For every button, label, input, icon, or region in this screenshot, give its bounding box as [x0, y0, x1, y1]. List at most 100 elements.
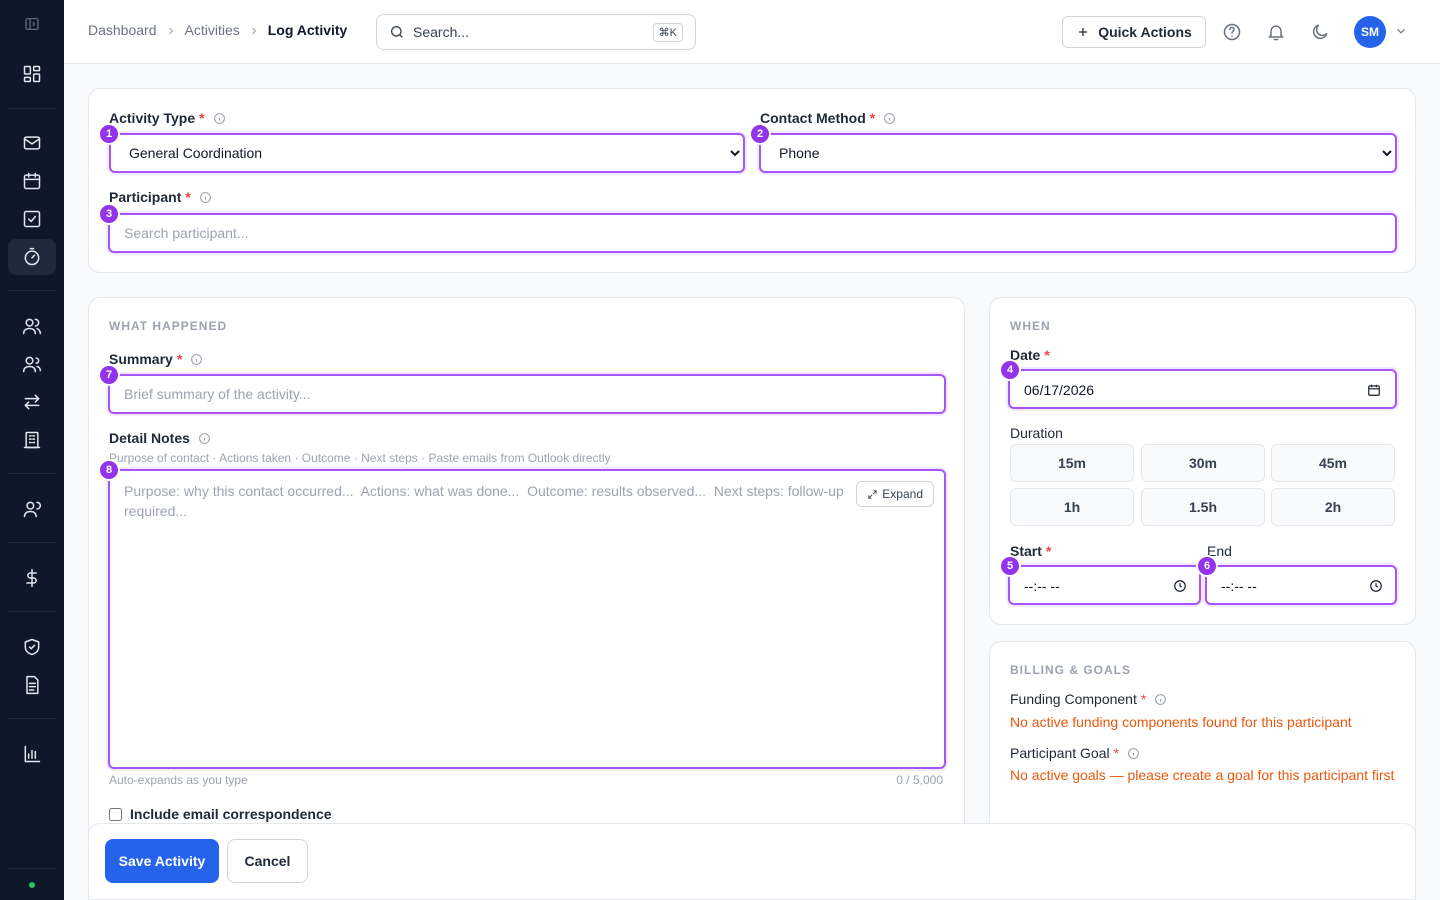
duration-1-5h-button[interactable]: 1.5h: [1141, 488, 1265, 526]
start-time-value: --:-- --: [1024, 578, 1060, 594]
top-bar: Dashboard Activities Log Activity ⌘K Qui…: [64, 0, 1440, 64]
clock-icon[interactable]: [1173, 579, 1187, 593]
bell-icon[interactable]: [1264, 20, 1288, 44]
plus-icon: [1079, 27, 1088, 37]
contact-method-field[interactable]: Phone: [759, 133, 1397, 173]
mail-icon: [23, 136, 41, 150]
expand-label: Expand: [882, 487, 923, 501]
participant-label: Participant *: [109, 189, 212, 205]
save-activity-button[interactable]: Save Activity: [105, 839, 219, 883]
funding-component-label: Funding Component *: [1010, 691, 1167, 707]
search-input[interactable]: [413, 24, 633, 40]
duration-1h-button[interactable]: 1h: [1010, 488, 1134, 526]
include-email-checkbox[interactable]: [109, 807, 122, 821]
summary-input[interactable]: [110, 376, 944, 412]
billing-heading: BILLING & GOALS: [1010, 663, 1131, 677]
search-shortcut: ⌘K: [652, 23, 683, 42]
global-search[interactable]: ⌘K: [376, 14, 696, 50]
expand-icon: [868, 489, 877, 499]
duration-45m-button[interactable]: 45m: [1271, 444, 1395, 482]
sidebar-item-participants[interactable]: [8, 308, 56, 344]
funding-warning: No active funding components found for t…: [1010, 714, 1352, 730]
include-email-row[interactable]: Include email correspondence: [109, 806, 332, 822]
sidebar-item-groups[interactable]: [8, 346, 56, 382]
detail-notes-field[interactable]: Expand: [108, 469, 946, 769]
dollar-icon: [26, 568, 37, 588]
start-time-field[interactable]: --:-- --: [1008, 565, 1201, 605]
sidebar-item-calendar[interactable]: [8, 163, 56, 199]
participant-field[interactable]: [108, 213, 1397, 253]
document-icon: [26, 675, 39, 695]
sidebar-item-transfers[interactable]: [8, 384, 56, 420]
avatar[interactable]: SM: [1354, 16, 1386, 48]
quick-actions-button[interactable]: Quick Actions: [1062, 16, 1206, 48]
info-icon: [199, 191, 212, 204]
sidebar-item-tasks[interactable]: [8, 201, 56, 237]
shield-icon: [24, 638, 40, 656]
activity-type-field[interactable]: General Coordination: [109, 133, 745, 173]
help-icon[interactable]: [1220, 20, 1244, 44]
step-badge: 5: [999, 555, 1021, 577]
breadcrumb-activities[interactable]: Activities: [185, 22, 240, 38]
duration-30m-button[interactable]: 30m: [1141, 444, 1265, 482]
contact-method-select[interactable]: Phone: [761, 135, 1395, 171]
sidebar-item-team[interactable]: [8, 491, 56, 527]
participant-search-input[interactable]: [110, 215, 1395, 251]
when-heading: WHEN: [1010, 319, 1051, 333]
sidebar-divider: [8, 611, 56, 612]
calendar-icon[interactable]: [1367, 383, 1381, 397]
auto-expand-hint: Auto-expands as you type: [109, 773, 248, 787]
transfer-icon: [24, 394, 40, 410]
chevron-right-icon: [248, 24, 260, 36]
info-icon: [198, 432, 211, 445]
date-field[interactable]: 06/17/2026: [1008, 369, 1397, 409]
sidebar-item-mail[interactable]: [8, 125, 56, 161]
form-footer: Save Activity Cancel: [88, 823, 1416, 900]
end-time-field[interactable]: --:-- --: [1205, 565, 1397, 605]
users-icon: [22, 318, 42, 335]
info-icon: [1154, 693, 1167, 706]
duration-2h-button[interactable]: 2h: [1271, 488, 1395, 526]
detail-notes-textarea[interactable]: [110, 471, 944, 767]
character-counter: 0 / 5,000: [896, 773, 943, 787]
step-badge: 6: [1196, 555, 1218, 577]
info-icon: [190, 353, 203, 366]
sidebar-collapse-icon[interactable]: [8, 6, 56, 42]
end-time-value: --:-- --: [1221, 578, 1257, 594]
sidebar: [0, 0, 64, 900]
cancel-button[interactable]: Cancel: [227, 839, 308, 883]
sidebar-item-dashboard[interactable]: [8, 56, 56, 92]
sidebar-item-organizations[interactable]: [8, 422, 56, 458]
clock-icon[interactable]: [1369, 579, 1383, 593]
step-badge: 8: [98, 459, 120, 481]
contact-method-label: Contact Method *: [760, 110, 896, 126]
checkbox-icon: [23, 210, 41, 228]
summary-field[interactable]: [108, 374, 946, 414]
step-badge: 2: [749, 123, 771, 145]
expand-button[interactable]: Expand: [856, 481, 934, 507]
sidebar-divider: [8, 542, 56, 543]
sidebar-item-compliance[interactable]: [8, 629, 56, 665]
participant-goal-label: Participant Goal *: [1010, 745, 1140, 761]
moon-icon[interactable]: [1308, 20, 1332, 44]
breadcrumb: Dashboard Activities Log Activity: [88, 22, 347, 38]
sidebar-item-documents[interactable]: [8, 667, 56, 703]
team-icon: [23, 501, 41, 518]
duration-15m-button[interactable]: 15m: [1010, 444, 1134, 482]
sidebar-item-reports[interactable]: [8, 736, 56, 772]
goal-warning: No active goals — please create a goal f…: [1010, 767, 1395, 783]
chevron-down-icon[interactable]: [1394, 24, 1408, 38]
sidebar-item-billing[interactable]: [8, 560, 56, 596]
quick-actions-label: Quick Actions: [1098, 24, 1192, 40]
activity-type-select[interactable]: General Coordination: [111, 135, 743, 171]
activity-type-label: Activity Type *: [109, 110, 226, 126]
grid-icon: [23, 65, 41, 83]
sidebar-divider: [8, 290, 56, 291]
breadcrumb-dashboard[interactable]: Dashboard: [88, 22, 157, 38]
search-icon: [391, 26, 403, 38]
detail-notes-label: Detail Notes: [109, 430, 211, 446]
sidebar-divider: [8, 718, 56, 719]
step-badge: 4: [999, 359, 1021, 381]
sidebar-item-activities[interactable]: [8, 239, 56, 275]
step-badge: 1: [98, 123, 120, 145]
